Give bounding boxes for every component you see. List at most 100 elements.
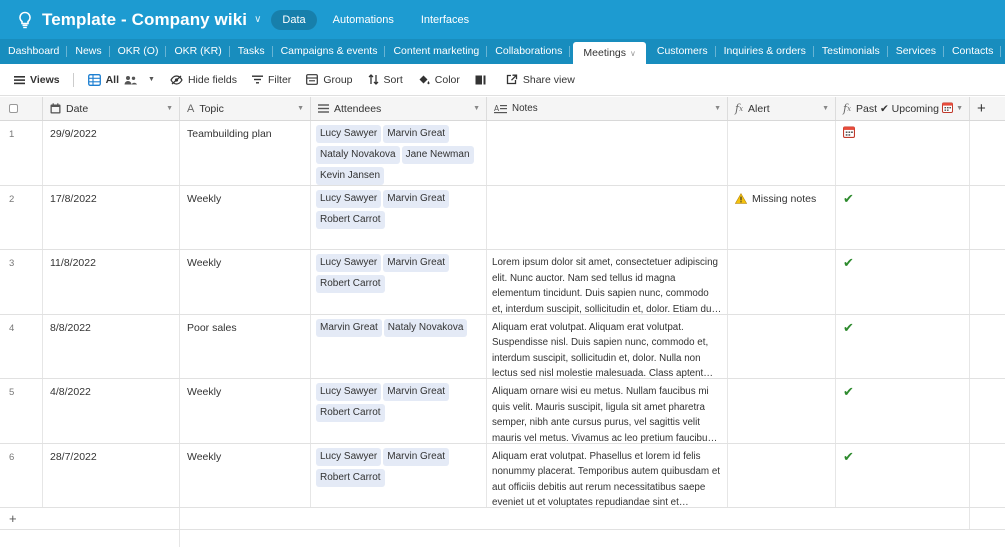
table-row[interactable]: 3 11/8/2022 Weekly Lucy Sawyer Marvin Great R…: [0, 250, 1005, 315]
select-all-checkbox[interactable]: [0, 97, 43, 120]
date-cell[interactable]: 8/8/2022: [43, 314, 180, 378]
topic-cell[interactable]: Teambuilding plan: [180, 121, 311, 185]
alert-cell[interactable]: Missing notes: [728, 185, 836, 249]
hide-fields-button[interactable]: Hide fields: [170, 74, 237, 86]
base-title[interactable]: Template - Company wiki: [42, 10, 247, 30]
row-height-button[interactable]: [475, 75, 491, 85]
chevron-down-icon[interactable]: ▼: [956, 105, 963, 112]
notes-cell[interactable]: Aliquam ornare wisi eu metus. Nullam fau…: [487, 379, 728, 443]
table-row[interactable]: 5 4/8/2022 Weekly Lucy Sawyer Marvin Great Ro…: [0, 379, 1005, 444]
nav-interfaces[interactable]: Interfaces: [410, 10, 480, 30]
table-row[interactable]: 2 17/8/2022 Weekly Lucy Sawyer Marvin Great R…: [0, 185, 1005, 250]
column-attendees[interactable]: Attendees ▼: [311, 97, 487, 120]
date-cell[interactable]: 28/7/2022: [43, 443, 180, 507]
topic-cell[interactable]: Weekly: [180, 379, 311, 443]
nav-data[interactable]: Data: [271, 9, 317, 30]
attendee-chip: Marvin Great: [316, 318, 382, 337]
past-upcoming-cell[interactable]: ✔: [836, 314, 970, 378]
tab-collaborations[interactable]: Collaborations: [487, 39, 571, 64]
column-topic[interactable]: A Topic ▼: [180, 97, 311, 120]
tab-meetings[interactable]: Meetings ∨: [573, 42, 646, 64]
tab-content-marketing[interactable]: Content marketing: [385, 39, 488, 64]
tab-customers[interactable]: Customers: [649, 39, 716, 64]
people-icon: [124, 75, 137, 84]
tab-services[interactable]: Services: [888, 39, 945, 64]
alert-cell[interactable]: [728, 379, 836, 443]
chevron-down-icon[interactable]: ▼: [822, 105, 829, 112]
add-column-button[interactable]: +: [970, 97, 1005, 120]
share-view-button[interactable]: Share view: [506, 74, 575, 86]
tab-inquiries-orders[interactable]: Inquiries & orders: [716, 39, 815, 64]
attendee-chip: Robert Carrot: [316, 468, 385, 487]
row-number: 3: [0, 250, 43, 314]
attendee-chip: Lucy Sawyer: [316, 447, 382, 466]
add-record-button[interactable]: +: [0, 508, 180, 529]
notes-cell[interactable]: [487, 185, 728, 249]
attendees-cell[interactable]: Lucy Sawyer Marvin Great Robert Carrot: [311, 250, 487, 314]
alert-cell[interactable]: [728, 443, 836, 507]
past-upcoming-cell[interactable]: ✔: [836, 185, 970, 249]
topic-cell[interactable]: Poor sales: [180, 314, 311, 378]
past-upcoming-cell[interactable]: [836, 121, 970, 185]
views-button[interactable]: Views: [14, 74, 60, 86]
attendees-cell[interactable]: Lucy Sawyer Marvin Great Nataly Novakova Ja…: [311, 121, 487, 185]
past-upcoming-cell[interactable]: ✔: [836, 443, 970, 507]
tab-contacts[interactable]: Contacts: [944, 39, 1002, 64]
view-switcher[interactable]: All ▼: [87, 74, 155, 86]
table-row[interactable]: 1 29/9/2022 Teambuilding plan Lucy Sawyer Ma…: [0, 121, 1005, 186]
table-row[interactable]: 6 28/7/2022 Weekly Lucy Sawyer Marvin Great R…: [0, 443, 1005, 508]
table-row[interactable]: 4 8/8/2022 Poor sales Marvin Great Nataly No…: [0, 314, 1005, 379]
tab-addresses[interactable]: Addresses: [1001, 39, 1005, 64]
chevron-down-icon[interactable]: ▼: [166, 105, 173, 112]
tab-tasks[interactable]: Tasks: [230, 39, 273, 64]
tab-campaigns-events[interactable]: Campaigns & events: [273, 39, 386, 64]
notes-cell[interactable]: Lorem ipsum dolor sit amet, consectetuer…: [487, 250, 728, 314]
chevron-down-icon[interactable]: ▼: [714, 105, 721, 112]
column-date[interactable]: Date ▼: [43, 97, 180, 120]
formula-icon: fx: [735, 102, 744, 115]
color-button[interactable]: Color: [418, 74, 460, 86]
topic-cell[interactable]: Weekly: [180, 250, 311, 314]
date-cell[interactable]: 4/8/2022: [43, 379, 180, 443]
attendees-cell[interactable]: Marvin Great Nataly Novakova: [311, 314, 487, 378]
tab-news[interactable]: News: [67, 39, 110, 64]
tab-okr-kr[interactable]: OKR (KR): [166, 39, 230, 64]
sort-button[interactable]: Sort: [368, 74, 403, 86]
attendee-chip: Nataly Novakova: [316, 146, 400, 164]
attendee-chip: Marvin Great: [383, 125, 450, 143]
notes-cell[interactable]: Aliquam erat volutpat. Aliquam erat volu…: [487, 314, 728, 378]
topic-cell[interactable]: Weekly: [180, 185, 311, 249]
notes-cell[interactable]: [487, 121, 728, 185]
topic-cell[interactable]: Weekly: [180, 443, 311, 507]
chevron-down-icon[interactable]: ▼: [473, 105, 480, 112]
group-button[interactable]: Group: [306, 74, 353, 86]
column-notes[interactable]: A Notes ▼: [487, 97, 728, 120]
attendees-cell[interactable]: Lucy Sawyer Marvin Great Robert Carrot: [311, 185, 487, 249]
tab-label: Customers: [656, 45, 708, 57]
tab-dashboard[interactable]: Dashboard: [0, 39, 68, 64]
tab-label: Campaigns & events: [280, 45, 378, 57]
column-alert[interactable]: fx Alert ▼: [728, 97, 836, 120]
column-past-upcoming[interactable]: fx Past ✔ Upcoming ▼: [836, 97, 970, 120]
column-past-upcoming-label: Past ✔ Upcoming: [856, 102, 939, 115]
chevron-down-icon[interactable]: ▼: [297, 105, 304, 112]
attendees-cell[interactable]: Lucy Sawyer Marvin Great Robert Carrot: [311, 379, 487, 443]
date-cell[interactable]: 11/8/2022: [43, 250, 180, 314]
past-upcoming-cell[interactable]: ✔: [836, 379, 970, 443]
chevron-down-icon[interactable]: ∨: [630, 49, 636, 58]
alert-cell[interactable]: [728, 121, 836, 185]
add-record-row[interactable]: +: [0, 508, 1005, 530]
nav-automations[interactable]: Automations: [322, 10, 405, 30]
alert-cell[interactable]: [728, 314, 836, 378]
date-cell[interactable]: 29/9/2022: [43, 121, 180, 185]
tab-testimonials[interactable]: Testimonials: [814, 39, 888, 64]
past-upcoming-cell[interactable]: ✔: [836, 250, 970, 314]
notes-cell[interactable]: Aliquam erat volutpat. Phasellus et lore…: [487, 443, 728, 507]
tab-okr-o[interactable]: OKR (O): [110, 39, 167, 64]
lightbulb-icon[interactable]: [14, 11, 36, 29]
date-cell[interactable]: 17/8/2022: [43, 185, 180, 249]
attendees-cell[interactable]: Lucy Sawyer Marvin Great Robert Carrot: [311, 443, 487, 507]
filter-button[interactable]: Filter: [251, 74, 291, 86]
alert-cell[interactable]: [728, 250, 836, 314]
chevron-down-icon[interactable]: ∨: [254, 14, 261, 25]
